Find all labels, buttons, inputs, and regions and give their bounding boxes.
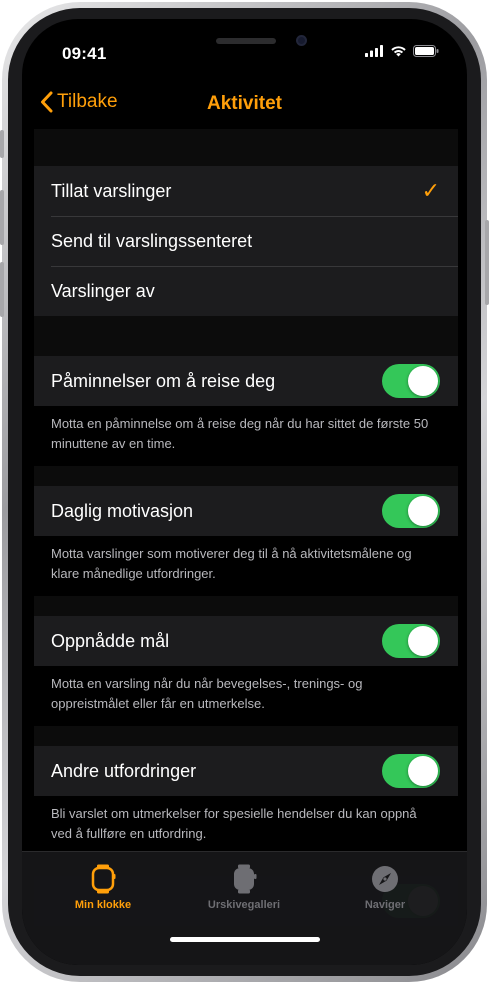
side-button-silent: [0, 130, 4, 158]
back-button[interactable]: Tilbake: [40, 91, 118, 113]
option-label: Tillat varslinger: [51, 180, 172, 201]
navigation-bar: Tilbake Aktivitet: [22, 79, 467, 131]
side-button-power: [485, 220, 489, 305]
daily-coaching-switch[interactable]: [382, 494, 440, 528]
toggle-label: Oppnådde mål: [51, 630, 170, 651]
stand-reminders-switch[interactable]: [382, 364, 440, 398]
tab-bar: Min klokke Urskivegalleri Naviger: [22, 851, 467, 965]
status-icons: [365, 45, 439, 57]
toggle-row-goal-completions: Oppnådde mål: [34, 616, 458, 666]
tab-label: Naviger: [364, 899, 406, 911]
toggle-description: Bli varslet om utmerkelser for spesielle…: [34, 796, 458, 856]
watch-icon: [91, 864, 116, 894]
toggle-row-stand-reminders: Påminnelser om å reise deg: [34, 356, 458, 406]
side-button-volume-up: [0, 190, 4, 245]
status-time: 09:41: [62, 44, 107, 63]
switch-knob: [408, 756, 438, 786]
chevron-left-icon: [41, 91, 53, 113]
section-spacer: [34, 316, 458, 356]
option-notifications-off[interactable]: Varslinger av: [34, 266, 458, 316]
special-challenges-switch[interactable]: [382, 754, 440, 788]
goal-completions-switch[interactable]: [382, 624, 440, 658]
back-button-label: Tilbake: [57, 91, 118, 112]
toggle-label: Daglig motivasjon: [51, 500, 194, 521]
speaker: [216, 38, 276, 44]
battery-icon: [413, 45, 439, 57]
tab-face-gallery[interactable]: Urskivegalleri: [179, 864, 309, 911]
option-label: Varslinger av: [51, 280, 155, 301]
checkmark-icon: ✓: [421, 178, 440, 203]
cellular-signal-icon: [365, 45, 383, 57]
option-label: Send til varslingssenteret: [51, 230, 253, 251]
toggle-row-daily-coaching: Daglig motivasjon: [34, 486, 458, 536]
switch-knob: [408, 496, 438, 526]
option-allow-notifications[interactable]: Tillat varslinger ✓: [34, 166, 458, 216]
section-spacer: [34, 596, 458, 616]
toggle-label: Påminnelser om å reise deg: [51, 370, 276, 391]
switch-knob: [408, 626, 438, 656]
tab-label: Urskivegalleri: [207, 899, 281, 911]
tab-my-watch[interactable]: Min klokke: [38, 864, 168, 911]
notification-options-group: Tillat varslinger ✓ Send til varslingsse…: [34, 166, 458, 316]
side-button-volume-down: [0, 262, 4, 317]
section-spacer: [34, 466, 458, 486]
toggle-label: Andre utfordringer: [51, 760, 197, 781]
section-spacer: [34, 726, 458, 746]
toggle-description: Motta en varsling når du når bevegelses-…: [34, 666, 458, 726]
section-spacer: [34, 129, 458, 166]
tab-discover[interactable]: Naviger: [320, 864, 450, 911]
toggle-description: Motta varslinger som motiverer deg til å…: [34, 536, 458, 596]
notch: [130, 19, 360, 56]
switch-knob: [408, 366, 438, 396]
home-indicator[interactable]: [170, 937, 320, 942]
settings-list: Tillat varslinger ✓ Send til varslingsse…: [34, 129, 458, 926]
watch-face-icon: [234, 864, 257, 894]
toggle-row-special-challenges: Andre utfordringer: [34, 746, 458, 796]
option-send-to-notification-center[interactable]: Send til varslingssenteret: [34, 216, 458, 266]
compass-icon: [372, 866, 398, 892]
tab-label: Min klokke: [74, 899, 132, 911]
toggle-description: Motta en påminnelse om å reise deg når d…: [34, 406, 458, 466]
front-camera: [296, 35, 307, 46]
wifi-icon: [391, 46, 406, 57]
screen: 09:41 Tilbake Aktivitet Tillat varslinge…: [22, 19, 467, 965]
